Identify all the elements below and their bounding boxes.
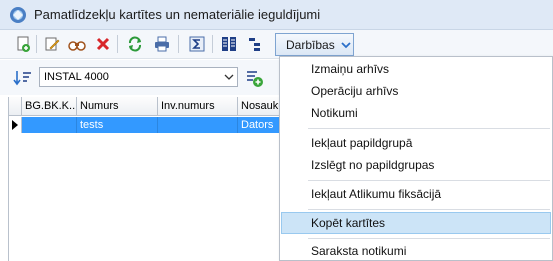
delete-button[interactable] — [93, 34, 113, 54]
sum-icon — [189, 36, 205, 52]
chevron-down-icon — [341, 41, 351, 48]
menu-item-include-balance-fixation[interactable]: Iekļaut Atlikumu fiksācijā — [281, 183, 551, 205]
app-icon — [10, 6, 26, 23]
chevron-down-icon[interactable] — [221, 68, 237, 86]
column-header-numurs[interactable]: Numurs — [77, 97, 158, 116]
window-title: Pamatlīdzekļu kartītes un nemateriālie i… — [34, 7, 321, 22]
row-indicator — [9, 117, 22, 133]
actions-dropdown-menu: Izmaiņu arhīvs Operāciju arhīvs Notikumi… — [279, 56, 553, 261]
columns-icon — [222, 37, 236, 51]
cell-nosaukums[interactable]: Dators — [238, 117, 281, 133]
view-button[interactable] — [67, 34, 87, 54]
binoculars-icon — [68, 41, 86, 51]
cards-grid[interactable]: BG.BK.K... Numurs Inv.numurs Nosaukum te… — [8, 97, 281, 261]
cell-bgbk[interactable] — [22, 117, 77, 133]
actions-menu-button[interactable]: Darbības — [275, 33, 354, 56]
refresh-button[interactable] — [125, 34, 145, 54]
grid-header: BG.BK.K... Numurs Inv.numurs Nosaukum — [9, 97, 281, 116]
tree-icon — [249, 38, 260, 51]
column-header-inv-numurs[interactable]: Inv.numurs — [158, 97, 238, 116]
title-bar: Pamatlīdzekļu kartītes un nemateriālie i… — [0, 0, 553, 30]
table-row[interactable]: tests Dators — [9, 117, 281, 133]
tree-button[interactable] — [245, 34, 265, 54]
new-icon — [17, 36, 30, 52]
new-record-button[interactable] — [13, 34, 33, 54]
edit-icon — [45, 37, 60, 51]
menu-separator — [308, 209, 550, 210]
menu-item-events[interactable]: Notikumi — [281, 102, 551, 124]
menu-item-exclude-subgroup[interactable]: Izslēgt no papildgrupas — [281, 154, 551, 176]
printer-icon — [155, 36, 169, 52]
menu-item-include-subgroup[interactable]: Iekļaut papildgrupā — [281, 132, 551, 154]
refresh-icon — [129, 36, 141, 52]
menu-item-list-events[interactable]: Saraksta notikumi — [281, 240, 551, 261]
print-button[interactable] — [152, 34, 172, 54]
row-header-corner — [9, 97, 22, 116]
menu-separator — [308, 238, 550, 239]
add-filter-icon[interactable] — [244, 68, 264, 88]
company-select-value: INSTAL 4000 — [44, 71, 109, 83]
menu-separator — [308, 180, 550, 181]
menu-item-change-archive[interactable]: Izmaiņu arhīvs — [281, 58, 551, 80]
current-row-arrow-icon — [12, 120, 18, 130]
menu-separator — [308, 128, 550, 129]
sum-button[interactable] — [187, 34, 207, 54]
actions-menu-label: Darbības — [286, 37, 335, 52]
columns-button[interactable] — [219, 34, 239, 54]
cell-inv-numurs[interactable] — [158, 117, 238, 133]
column-header-bgbk[interactable]: BG.BK.K... — [22, 97, 77, 116]
company-select[interactable]: INSTAL 4000 — [39, 67, 238, 87]
toolbar: Darbības — [0, 30, 553, 59]
delete-icon — [96, 37, 110, 51]
menu-item-copy-cards[interactable]: Kopēt kartītes — [281, 212, 551, 234]
column-header-nosaukums[interactable]: Nosaukum — [238, 97, 281, 116]
cell-numurs[interactable]: tests — [77, 117, 158, 133]
edit-button[interactable] — [42, 34, 62, 54]
sort-icon[interactable] — [13, 69, 33, 87]
menu-item-operations-archive[interactable]: Operāciju arhīvs — [281, 80, 551, 102]
